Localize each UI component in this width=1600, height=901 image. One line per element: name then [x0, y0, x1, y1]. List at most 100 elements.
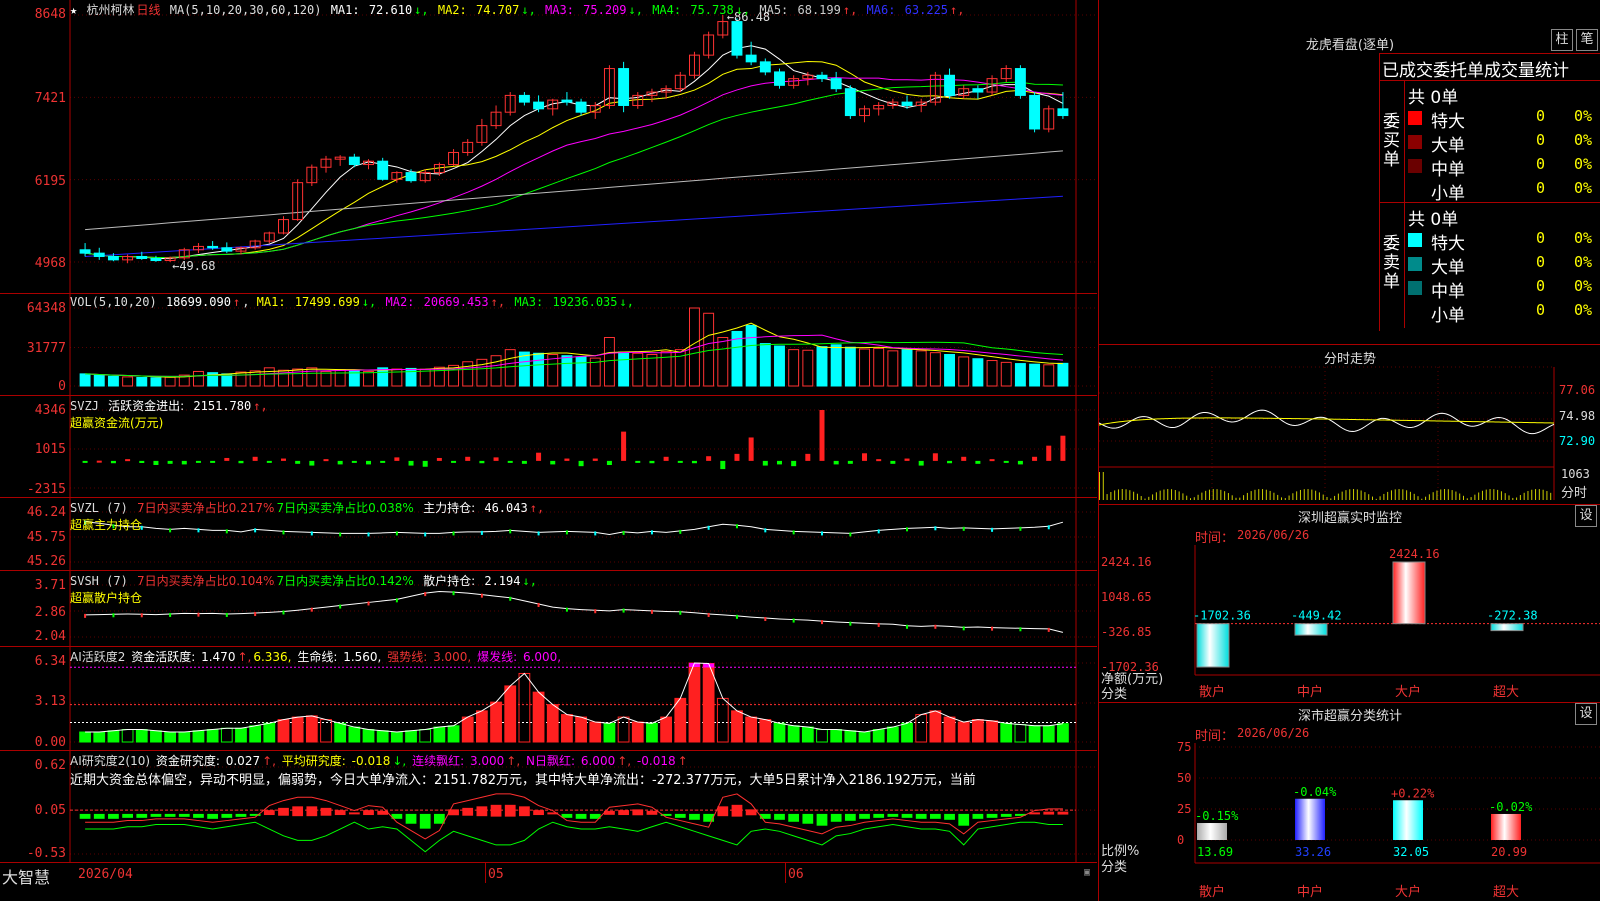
ma-arrow: ↑, — [950, 3, 965, 17]
activity-bar — [164, 731, 176, 743]
intraday-volume-bar — [1318, 492, 1320, 500]
fund-flow-bar — [819, 410, 825, 461]
intraday-volume-bar — [1406, 490, 1408, 500]
intraday-volume-bar — [1421, 498, 1423, 500]
cl-ytick: 75 — [1177, 740, 1191, 754]
activity-bar — [1057, 723, 1069, 743]
intraday-volume-bar — [1254, 489, 1256, 500]
research-bar — [193, 813, 204, 818]
holding-marker — [1047, 525, 1050, 530]
fund-flow-bar — [564, 458, 570, 461]
holding-marker — [594, 609, 597, 614]
research-bar — [363, 810, 374, 816]
intraday-volume-bar — [1334, 495, 1336, 500]
svsh-name: SVSH (7) — [70, 574, 128, 588]
ma-arrow: ↓, — [735, 3, 758, 17]
svzl-yaxis: 46.24 45.75 45.26 — [0, 498, 70, 570]
intraday-volume-bar — [1174, 490, 1176, 500]
fund-flow-bar — [947, 460, 953, 464]
activity-bar — [858, 731, 871, 743]
activity-bar — [334, 722, 347, 743]
activity-bar — [972, 719, 984, 743]
intraday-volume-bar — [1307, 489, 1309, 500]
research-bar — [306, 806, 318, 817]
research-bar — [136, 813, 148, 818]
holding-marker — [622, 530, 625, 535]
intraday-volume-bar — [1205, 490, 1207, 500]
holding-marker — [367, 532, 370, 537]
volume-bar — [915, 350, 927, 387]
research-bar — [844, 813, 856, 821]
sell-side-divider — [1404, 203, 1405, 328]
intraday-volume-bar — [1512, 497, 1514, 500]
tick-view-button[interactable]: 笔 — [1576, 29, 1598, 51]
intraday-volume-bar — [1220, 489, 1222, 500]
svsh-header: SVSH (7) 7日内买卖净占比0.104% 7日内买卖净占比0.142% 散户… — [70, 572, 539, 606]
ai-activity-yaxis: 6.34 3.13 0.00 — [0, 647, 70, 750]
activity-bar — [376, 730, 389, 743]
ma-arrow: ↓, — [521, 3, 544, 17]
research-bar — [731, 804, 743, 817]
activity-bar — [773, 722, 786, 743]
intraday-volume-bar — [1246, 492, 1248, 500]
fund-flow-bar — [394, 457, 400, 461]
fund-flow-bar — [451, 460, 457, 463]
intraday-volume-bar — [1466, 498, 1468, 500]
air-v4: 6.000 — [580, 754, 616, 768]
research-bar — [632, 809, 644, 816]
rt-bar — [1490, 623, 1524, 632]
vol-ma-label: MA3: — [514, 295, 544, 309]
activity-bar — [731, 710, 743, 743]
bar-view-button[interactable]: 柱 — [1551, 29, 1573, 51]
fund-flow-bar — [791, 460, 797, 467]
intraday-volume-bar — [1235, 497, 1237, 500]
rt-bar-value: 2424.16 — [1389, 547, 1440, 561]
intraday-unit: 分时 — [1561, 486, 1588, 501]
cl-ytick: 50 — [1177, 771, 1191, 785]
ma-line — [85, 61, 1063, 259]
activity-bar — [745, 716, 758, 743]
cl-bar-delta: +0.22% — [1391, 786, 1435, 800]
intraday-volume-bar — [1106, 494, 1108, 500]
brand-logo[interactable]: 大智慧 — [2, 864, 50, 888]
fund-flow-bar — [536, 452, 542, 461]
ai2-v5: 6.000, — [522, 650, 562, 664]
intraday-volume-bar — [1402, 489, 1404, 500]
rt-category-label: 中户 — [1297, 684, 1323, 700]
volume-bar — [363, 370, 374, 387]
vol-ma-arrow: ↑, — [490, 295, 513, 309]
dragon-table: 已成交委托单成交量统计 委买单 共 0单 特大 0 0% 大单 0 0% 中单 0 0% 小单 0 0… — [1379, 53, 1600, 331]
fund-flow-bar — [1060, 435, 1066, 461]
period-label[interactable]: 日线 — [136, 3, 160, 17]
research-bar — [221, 813, 233, 818]
volume-bar — [929, 352, 941, 387]
research-bar — [561, 813, 573, 818]
holding-marker — [735, 614, 738, 619]
fund-flow-bar — [153, 460, 159, 465]
activity-bar — [206, 729, 219, 743]
favorite-star-icon[interactable]: ★ — [70, 3, 77, 17]
svzl-t3: 主力持仓: — [423, 501, 476, 515]
cl-bar-value: 33.26 — [1295, 845, 1331, 859]
fund-flow-bar — [649, 460, 655, 464]
intraday-volume-bar — [1550, 492, 1552, 500]
research-bar — [419, 813, 431, 829]
vol-ma-arrow: ↓, — [619, 295, 634, 309]
intraday-volume-bar — [1243, 495, 1245, 500]
order-percent: 0% — [1574, 131, 1593, 149]
intraday-volume-bar — [1186, 495, 1188, 500]
fund-flow-bar — [351, 460, 357, 463]
dragon-panel: 龙虎看盘(逐单) 柱 笔 已成交委托单成交量统计 委买单 共 0单 特大 0 0% 大… — [1098, 0, 1600, 344]
ma-label: MA5: — [759, 3, 789, 17]
intraday-volume-bar — [1368, 494, 1370, 500]
volume-bar — [944, 353, 956, 387]
lock-icon[interactable]: ▣ — [1084, 867, 1090, 878]
intraday-volume-bar — [1121, 489, 1123, 500]
candle-body — [759, 61, 771, 73]
intraday-volume-bar — [1485, 489, 1487, 500]
fund-flow-bar — [280, 458, 286, 461]
holding-marker — [112, 613, 115, 618]
volume-bar — [788, 349, 800, 387]
activity-bar — [816, 729, 828, 743]
ma-label: MA4: — [652, 3, 682, 17]
